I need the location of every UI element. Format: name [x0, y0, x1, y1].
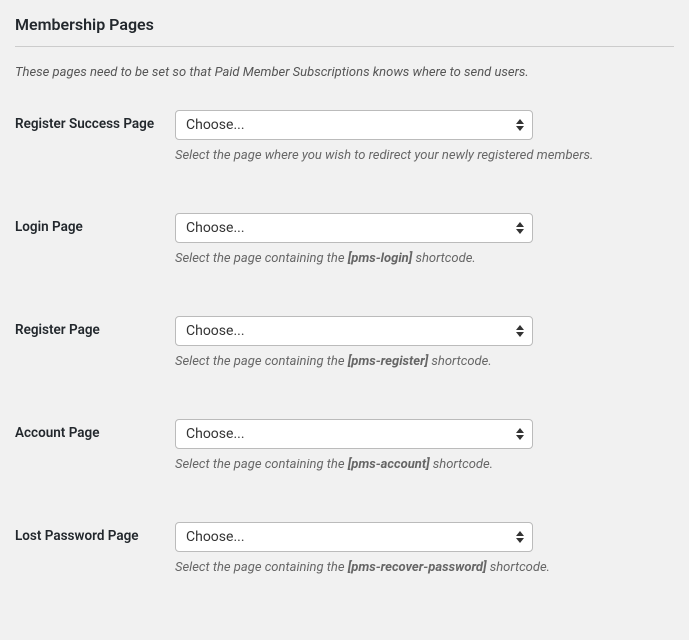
- login-select[interactable]: Choose...: [175, 213, 533, 243]
- chevron-updown-icon: [516, 428, 524, 440]
- register-help: Select the page containing the [pms-regi…: [175, 354, 674, 369]
- lost-password-help: Select the page containing the [pms-reco…: [175, 560, 674, 575]
- select-value: Choose...: [186, 323, 245, 339]
- account-select[interactable]: Choose...: [175, 419, 533, 449]
- chevron-updown-icon: [516, 222, 524, 234]
- lost-password-label: Lost Password Page: [15, 522, 175, 544]
- field-register: Register Page Choose... Select the page …: [15, 316, 674, 369]
- chevron-updown-icon: [516, 119, 524, 131]
- register-label: Register Page: [15, 316, 175, 338]
- account-help: Select the page containing the [pms-acco…: [175, 457, 674, 472]
- field-login: Login Page Choose... Select the page con…: [15, 213, 674, 266]
- login-label: Login Page: [15, 213, 175, 235]
- section-description: These pages need to be set so that Paid …: [15, 65, 674, 80]
- account-label: Account Page: [15, 419, 175, 441]
- lost-password-select[interactable]: Choose...: [175, 522, 533, 552]
- register-success-help: Select the page where you wish to redire…: [175, 148, 674, 163]
- field-register-success: Register Success Page Choose... Select t…: [15, 110, 674, 163]
- chevron-updown-icon: [516, 531, 524, 543]
- register-success-label: Register Success Page: [15, 110, 175, 132]
- register-success-select[interactable]: Choose...: [175, 110, 533, 140]
- login-help: Select the page containing the [pms-logi…: [175, 251, 674, 266]
- section-title: Membership Pages: [15, 15, 674, 47]
- select-value: Choose...: [186, 117, 245, 133]
- select-value: Choose...: [186, 529, 245, 545]
- field-lost-password: Lost Password Page Choose... Select the …: [15, 522, 674, 575]
- select-value: Choose...: [186, 426, 245, 442]
- chevron-updown-icon: [516, 325, 524, 337]
- field-account: Account Page Choose... Select the page c…: [15, 419, 674, 472]
- select-value: Choose...: [186, 220, 245, 236]
- register-select[interactable]: Choose...: [175, 316, 533, 346]
